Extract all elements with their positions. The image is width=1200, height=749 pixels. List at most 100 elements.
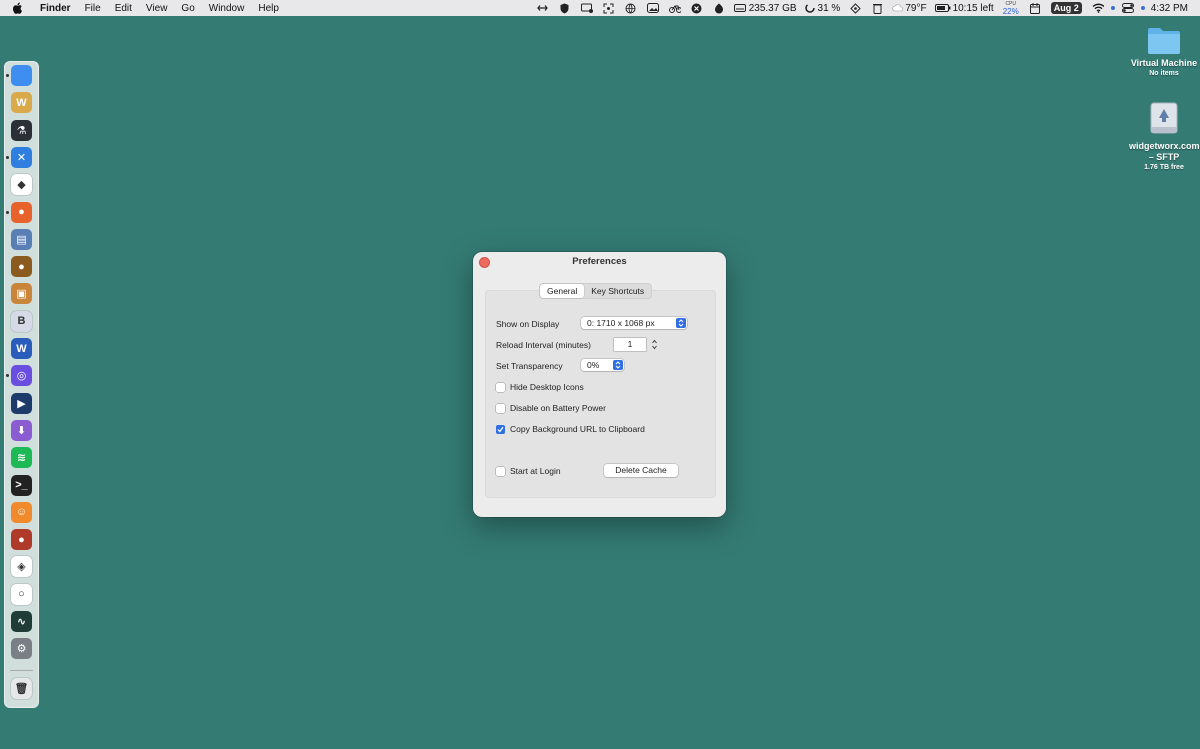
dock-separator [10, 670, 33, 671]
running-indicator [6, 155, 9, 159]
media-player-icon[interactable]: ▶ [11, 392, 32, 414]
weather-status[interactable]: 79°F [892, 2, 927, 14]
tab-bar: General Key Shortcuts [539, 283, 653, 299]
beta-app-icon[interactable]: ☺ [11, 501, 32, 523]
battery-value: 10:15 left [952, 2, 994, 14]
hide-desktop-icons-checkbox[interactable] [496, 383, 505, 392]
menu-go[interactable]: Go [181, 3, 194, 14]
network-drive-icon [1150, 102, 1178, 134]
acorn-app-icon[interactable]: ● [11, 256, 32, 278]
display-select[interactable]: 0: 1710 x 1068 px [581, 317, 687, 329]
start-at-login-label: Start at Login [510, 466, 561, 476]
reload-interval-field[interactable]: 1 [614, 338, 646, 351]
folder-icon [1148, 28, 1180, 54]
copy-background-url-checkbox[interactable] [496, 425, 505, 434]
desktop-item-name: widgetworx.com – SFTP [1129, 141, 1200, 162]
desktop-item-virtual-machine[interactable]: Virtual Machine No items [1129, 24, 1199, 78]
desktop-item-sftp-drive[interactable]: widgetworx.com – SFTP 1.76 TB free [1129, 101, 1200, 172]
running-indicator [6, 74, 9, 77]
menu-bar: Finder File Edit View Go Window Help 235… [0, 0, 1200, 16]
system-settings-icon[interactable]: ⚙ [11, 638, 32, 660]
menu-edit[interactable]: Edit [115, 3, 132, 14]
clock[interactable]: 4:32 PM [1151, 3, 1188, 14]
hide-desktop-icons-label: Hide Desktop Icons [510, 382, 584, 392]
pin-icon[interactable] [849, 2, 861, 14]
firefox-icon[interactable]: ● [11, 201, 32, 223]
checkmark-icon [497, 426, 504, 433]
display-select-value: 0: 1710 x 1068 px [587, 318, 655, 328]
show-on-display-label: Show on Display [496, 319, 560, 329]
running-indicator [6, 374, 9, 378]
siri-dot-icon[interactable] [1140, 2, 1145, 14]
bbedit-icon[interactable]: B [11, 310, 32, 332]
disk-space-value: 235.37 GB [748, 2, 797, 14]
xcode-tools-icon[interactable]: ✕ [11, 146, 32, 168]
transparency-select-value: 0% [587, 360, 600, 370]
circle-app-icon[interactable]: ○ [11, 583, 32, 605]
shield-icon[interactable] [559, 2, 571, 14]
layers-app-icon[interactable]: ◈ [11, 556, 32, 578]
progress-value: 31 % [817, 2, 841, 14]
amphetamine-icon[interactable] [713, 2, 725, 14]
running-indicator [6, 210, 9, 214]
globe-icon[interactable] [625, 2, 637, 14]
progress-status[interactable]: 31 % [804, 2, 841, 14]
brave-browser-icon[interactable]: ◆ [11, 174, 32, 196]
vpn-dot-icon[interactable] [1110, 2, 1115, 14]
reload-interval-stepper[interactable] [651, 337, 658, 351]
utility-app-icon[interactable]: ▤ [11, 228, 32, 250]
image-status-icon[interactable] [646, 2, 659, 14]
display-status-icon[interactable] [580, 2, 593, 14]
cpu-status[interactable]: CPU 22% [1002, 1, 1019, 16]
window-title: Preferences [572, 256, 627, 267]
transparency-label: Set Transparency [496, 361, 563, 371]
finder-icon[interactable] [11, 65, 32, 86]
word-legacy-icon[interactable]: W [11, 92, 32, 114]
apple-menu-icon[interactable] [12, 2, 26, 14]
arc-browser-icon[interactable]: ◎ [11, 365, 32, 387]
reload-interval-label: Reload Interval (minutes) [496, 340, 591, 350]
tab-key-shortcuts[interactable]: Key Shortcuts [584, 284, 651, 298]
chevron-updown-icon [613, 360, 623, 370]
flask-app-icon[interactable]: ⚗ [11, 119, 32, 141]
bicycle-icon[interactable] [668, 2, 681, 14]
app-menu-finder[interactable]: Finder [40, 3, 71, 14]
tab-general[interactable]: General [540, 284, 585, 298]
downloader-icon[interactable]: ⬇ [11, 419, 32, 441]
screenshot-icon[interactable] [603, 2, 615, 14]
clipboard-trash-icon[interactable] [871, 2, 883, 14]
cpu-value: 22% [1002, 7, 1019, 16]
menu-window[interactable]: Window [209, 3, 245, 14]
weather-value: 79°F [905, 2, 927, 14]
desktop-item-sub: 1.76 TB free [1144, 164, 1184, 171]
trash-icon[interactable]: 🗑 [11, 678, 32, 699]
activity-monitor-icon[interactable]: ∿ [11, 611, 32, 632]
word-icon[interactable]: W [11, 338, 32, 359]
preferences-window: Preferences General Key Shortcuts Show o… [473, 252, 726, 517]
boxing-gloves-icon[interactable]: ● [11, 529, 32, 551]
terminal-icon[interactable]: >_ [11, 474, 32, 496]
copy-background-url-label: Copy Background URL to Clipboard [510, 424, 645, 434]
disable-on-battery-checkbox[interactable] [496, 404, 505, 413]
desktop-item-sub: No items [1149, 70, 1179, 77]
desktop-item-name: Virtual Machine [1130, 58, 1198, 68]
preview-app-icon[interactable]: ▣ [11, 283, 32, 305]
calendar-widget-icon[interactable] [1029, 2, 1041, 14]
date-badge[interactable]: Aug 2 [1050, 2, 1082, 14]
delete-cache-button[interactable]: Delete Cache [604, 464, 678, 477]
battery-status[interactable]: 10:15 left [934, 2, 994, 14]
start-at-login-checkbox[interactable] [496, 467, 505, 476]
menu-file[interactable]: File [85, 3, 101, 14]
disk-space-status[interactable]: 235.37 GB [733, 2, 797, 14]
menu-view[interactable]: View [146, 3, 168, 14]
menu-help[interactable]: Help [258, 3, 279, 14]
xmark-circle-icon[interactable] [691, 2, 703, 14]
disable-on-battery-label: Disable on Battery Power [510, 403, 606, 413]
spotify-icon[interactable]: ≋ [11, 447, 32, 469]
wifi-icon[interactable] [1092, 2, 1104, 14]
transparency-select[interactable]: 0% [581, 359, 624, 371]
chevron-updown-icon [676, 318, 686, 328]
dock: W ⚗ ✕ ◆ ● ▤ ● ▣ B W ◎ ▶ ⬇ ≋ >_ ☺ ● ◈ ○ ∿ ⚙ 🗑 [4, 61, 39, 708]
control-center-icon[interactable] [1121, 2, 1134, 14]
link-status-icon[interactable] [537, 2, 549, 14]
